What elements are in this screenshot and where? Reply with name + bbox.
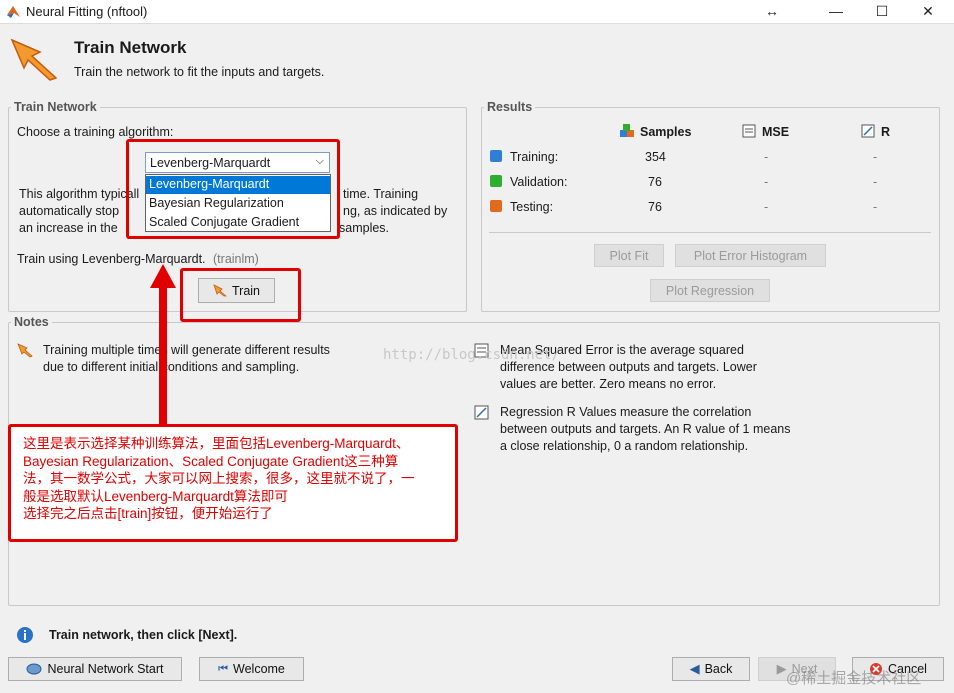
r-column-header: R [881,125,891,139]
notes-panel-label: Notes [11,315,52,329]
annotation-text: 选择完之后点击[train]按钮，便开始运行了 [23,506,273,521]
train-button-label: Train [231,283,260,298]
algorithm-select-value: Levenberg-Marquardt [150,156,271,170]
algorithm-select[interactable]: Levenberg-Marquardt ⌵ [145,152,330,173]
algorithm-option[interactable]: Scaled Conjugate Gradient [146,214,330,232]
train-using-text: Train using Levenberg-Marquardt. (trainl… [17,251,259,268]
testing-cube-icon [490,200,502,212]
train-network-panel-label: Train Network [11,100,100,114]
annotation-text: Bayesian Regularization、Scaled Conjugate… [23,453,399,469]
window-title: Neural Fitting (nftool) [26,4,148,19]
validation-cube-icon [490,175,502,187]
description-text: This algorithm typicall [19,187,140,201]
close-window-button[interactable]: ✕ [908,0,948,24]
back-button[interactable]: ◀ Back [672,657,750,681]
welcome-label: Welcome [233,662,285,676]
regression-icon [474,405,489,420]
train-function-name: (trainlm) [213,252,259,266]
regression-icon [861,124,875,138]
notes-text: between outputs and targets. An R value … [500,422,791,436]
minimize-button[interactable]: — [816,0,856,24]
results-divider [489,232,931,233]
description-text: an increase in the [19,221,118,235]
samples-column-header: Samples [640,125,692,139]
description-text: time. Training [343,187,419,201]
welcome-button[interactable]: ⏮ Welcome [199,657,304,681]
result-samples-value: 354 [645,150,666,164]
plot-regression-button[interactable]: Plot Regression [650,279,770,302]
description-text: automatically stop [19,204,120,218]
train-arrow-icon [213,284,227,297]
chevron-down-icon: ⌵ [315,155,324,167]
description-text: samples. [339,221,390,235]
result-row-label: Testing: [510,200,554,214]
result-row-label: Training: [510,150,559,164]
algorithm-dropdown-list: Levenberg-Marquardt Bayesian Regularizat… [145,174,331,232]
window-titlebar: Neural Fitting (nftool) ↔ — ☐ ✕ [0,0,954,24]
annotation-text: 般是选取默认Levenberg-Marquardt算法即可 [23,488,288,504]
samples-icon [620,124,634,137]
annotation-text: 法，其一数学公式，大家可以网上搜索，很多，这里就不说了，一 [23,471,415,486]
description-text: ng, as indicated by [343,204,448,218]
result-r-value: - [873,200,878,214]
back-label: Back [704,662,733,676]
page-title: Train Network [74,38,187,57]
result-r-value: - [873,175,878,189]
result-samples-value: 76 [648,200,662,214]
plot-error-histogram-button[interactable]: Plot Error Histogram [675,244,826,267]
result-samples-value: 76 [648,175,662,189]
result-mse-value: - [764,175,769,189]
annotation-box: 这里是表示选择某种训练算法，里面包括Levenberg-Marquardt、 B… [8,424,458,542]
neural-network-start-label: Neural Network Start [47,662,164,676]
watermark-text: http://blog.csdn.net/ [383,347,561,363]
algorithm-option[interactable]: Bayesian Regularization [146,195,330,213]
info-icon [17,627,33,643]
back-arrow-icon: ◀ [689,661,700,676]
result-mse-value: - [764,150,769,164]
notes-text: values are better. Zero means no error. [500,377,717,391]
neural-network-start-button[interactable]: Neural Network Start [8,657,182,681]
algorithm-option[interactable]: Levenberg-Marquardt [146,176,330,194]
train-arrow-icon [17,343,33,358]
maximize-button[interactable]: ☐ [862,0,902,24]
plot-fit-button[interactable]: Plot Fit [594,244,664,267]
annotation-text: 这里是表示选择某种训练算法，里面包括Levenberg-Marquardt、 [23,436,410,451]
notes-text: Training multiple times will generate di… [43,343,330,357]
notes-text: Regression R Values measure the correlat… [500,405,752,419]
red-arrow-icon [150,264,176,426]
training-cube-icon [490,150,502,162]
status-text: Train network, then click [Next]. [49,628,238,642]
resize-icon: ↔ [765,3,779,19]
result-mse-value: - [764,200,769,214]
corner-watermark: @稀土掘金技术社区 [786,670,922,687]
notes-text: a close relationship, 0 a random relatio… [500,439,749,453]
train-button[interactable]: Train [198,278,275,303]
train-arrow-icon [10,38,58,81]
result-row-label: Validation: [510,175,568,189]
matlab-logo-icon [7,6,20,18]
mse-column-header: MSE [762,125,790,139]
rewind-icon: ⏮ [218,662,229,675]
nn-start-icon [26,663,42,675]
results-panel-label: Results [484,100,536,114]
result-r-value: - [873,150,878,164]
mse-icon [742,124,756,138]
page-subtitle: Train the network to fit the inputs and … [74,65,325,79]
